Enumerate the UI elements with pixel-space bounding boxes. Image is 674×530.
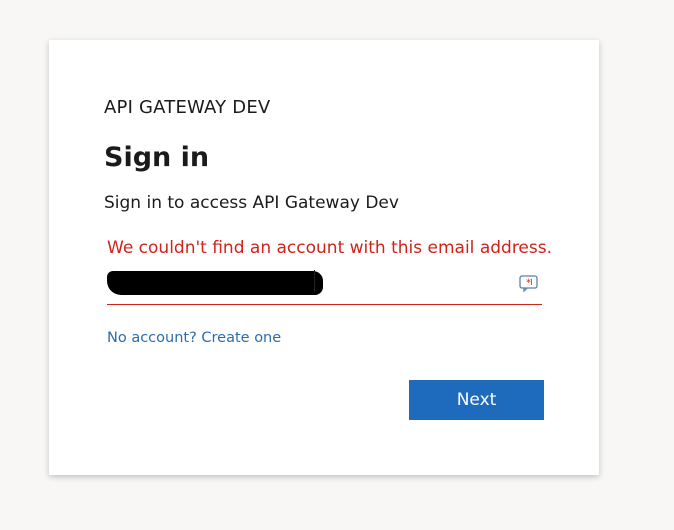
sign-in-card: API GATEWAY DEV Sign in Sign in to acces… — [49, 40, 599, 475]
error-message: We couldn't find an account with this em… — [107, 238, 553, 258]
app-brand-name: API GATEWAY DEV — [104, 97, 271, 118]
next-button[interactable]: Next — [409, 380, 544, 420]
email-field[interactable]: * — [107, 268, 542, 305]
text-cursor — [314, 270, 315, 292]
create-account-link[interactable]: No account? Create one — [107, 330, 281, 346]
svg-text:*: * — [526, 278, 531, 289]
page-title: Sign in — [104, 142, 210, 173]
password-manager-autofill-icon[interactable]: * — [519, 275, 538, 292]
page-subtitle: Sign in to access API Gateway Dev — [104, 193, 399, 213]
redacted-email-value — [107, 271, 323, 295]
